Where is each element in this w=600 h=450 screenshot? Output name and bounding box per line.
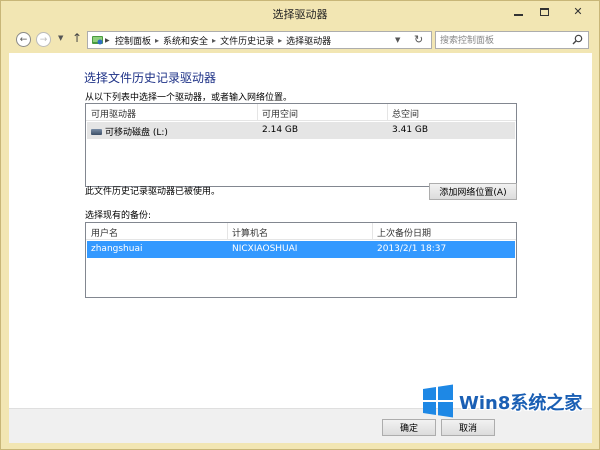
minimize-button[interactable] [505,1,531,22]
column-header-computer[interactable]: 计算机名 [232,226,268,239]
drive-free-space: 2.14 GB [262,125,299,135]
content-pane: 选择文件历史记录驱动器 从以下列表中选择一个驱动器，或者输入网络位置。 可用驱动… [9,53,592,408]
forward-button[interactable]: → [36,32,51,47]
breadcrumb-item-select-drive[interactable]: 选择驱动器 [286,34,331,47]
backup-username: zhangshuai [91,244,143,254]
drive-row[interactable]: 可移动磁盘 (L:) 2.14 GB 3.41 GB [87,122,515,139]
breadcrumb-separator-icon[interactable]: ▸ [155,36,159,45]
chevron-down-icon: ▼ [58,34,64,42]
title-bar: 选择驱动器 ✕ [1,1,599,26]
navigation-bar: ← → ▼ ↑ ▶ 控制面板 ▸ 系统和安全 ▸ 文件历史记录 ▸ 选择驱动器 … [1,26,599,53]
breadcrumb-item-system-security[interactable]: 系统和安全 [163,34,208,47]
drive-list-header: 可用驱动器 可用空间 总空间 [86,104,516,121]
search-icon[interactable] [572,34,583,45]
search-input[interactable] [440,34,565,47]
back-arrow-icon: ← [19,34,28,45]
column-divider[interactable] [257,104,258,120]
windows-logo-icon [423,384,453,418]
minimize-icon [513,13,523,16]
backup-computer: NICXIAOSHUAI [232,244,298,254]
column-divider[interactable] [387,104,388,120]
page-title: 选择文件历史记录驱动器 [84,71,217,85]
forward-arrow-icon: → [39,34,48,45]
dialog-window: 选择驱动器 ✕ ← → ▼ ↑ ▶ 控制面板 ▸ 系统和安全 ▸ 文件历史记录 … [0,0,600,450]
drive-total-space: 3.41 GB [392,125,429,135]
maximize-button[interactable] [531,1,557,22]
breadcrumb-separator-icon[interactable]: ▸ [278,36,282,45]
column-divider[interactable] [227,223,228,239]
breadcrumb: 控制面板 ▸ 系统和安全 ▸ 文件历史记录 ▸ 选择驱动器 [115,34,331,47]
add-network-location-button[interactable]: 添加网络位置(A) [429,183,517,200]
column-header-total-space[interactable]: 总空间 [392,107,419,120]
drive-list[interactable]: 可用驱动器 可用空间 总空间 可移动磁盘 (L:) 2.14 GB 3.41 G… [85,103,517,187]
close-button[interactable]: ✕ [557,1,599,22]
close-icon: ✕ [573,5,583,18]
drive-name-cell: 可移动磁盘 (L:) [91,125,168,138]
select-backup-label: 选择现有的备份: [85,211,152,221]
backup-list-header: 用户名 计算机名 上次备份日期 [86,223,516,240]
maximize-icon [539,7,549,16]
removable-disk-icon [91,128,102,135]
drive-status-text: 此文件历史记录驱动器已被使用。 [85,187,221,197]
breadcrumb-item-file-history[interactable]: 文件历史记录 [220,34,274,47]
chevron-down-icon: ▶ [105,37,110,44]
control-panel-icon [92,36,103,45]
backup-row[interactable]: zhangshuai NICXIAOSHUAI 2013/2/1 18:37 [87,241,515,258]
column-header-drive[interactable]: 可用驱动器 [91,107,136,120]
watermark: Win8系统之家 [421,379,596,423]
watermark-text: Win8系统之家 [459,393,583,414]
address-bar[interactable]: ▶ 控制面板 ▸ 系统和安全 ▸ 文件历史记录 ▸ 选择驱动器 ▼ ↻ [87,31,432,49]
up-button[interactable]: ↑ [72,31,82,45]
search-box[interactable] [435,31,589,49]
column-header-username[interactable]: 用户名 [91,226,118,239]
address-dropdown-icon[interactable]: ▼ [395,36,400,44]
drive-name: 可移动磁盘 (L:) [105,128,168,138]
column-header-last-backup[interactable]: 上次备份日期 [377,226,431,239]
up-arrow-icon: ↑ [72,31,83,45]
instruction-text: 从以下列表中选择一个驱动器，或者输入网络位置。 [85,93,293,103]
backup-list[interactable]: 用户名 计算机名 上次备份日期 zhangshuai NICXIAOSHUAI … [85,222,517,298]
backup-date: 2013/2/1 18:37 [377,244,447,254]
column-divider[interactable] [372,223,373,239]
breadcrumb-separator-icon[interactable]: ▸ [212,36,216,45]
column-header-free-space[interactable]: 可用空间 [262,107,298,120]
recent-locations-button[interactable]: ▼ [58,34,63,42]
breadcrumb-item-control-panel[interactable]: 控制面板 [115,34,151,47]
back-button[interactable]: ← [16,32,31,47]
refresh-icon[interactable]: ↻ [414,33,423,46]
